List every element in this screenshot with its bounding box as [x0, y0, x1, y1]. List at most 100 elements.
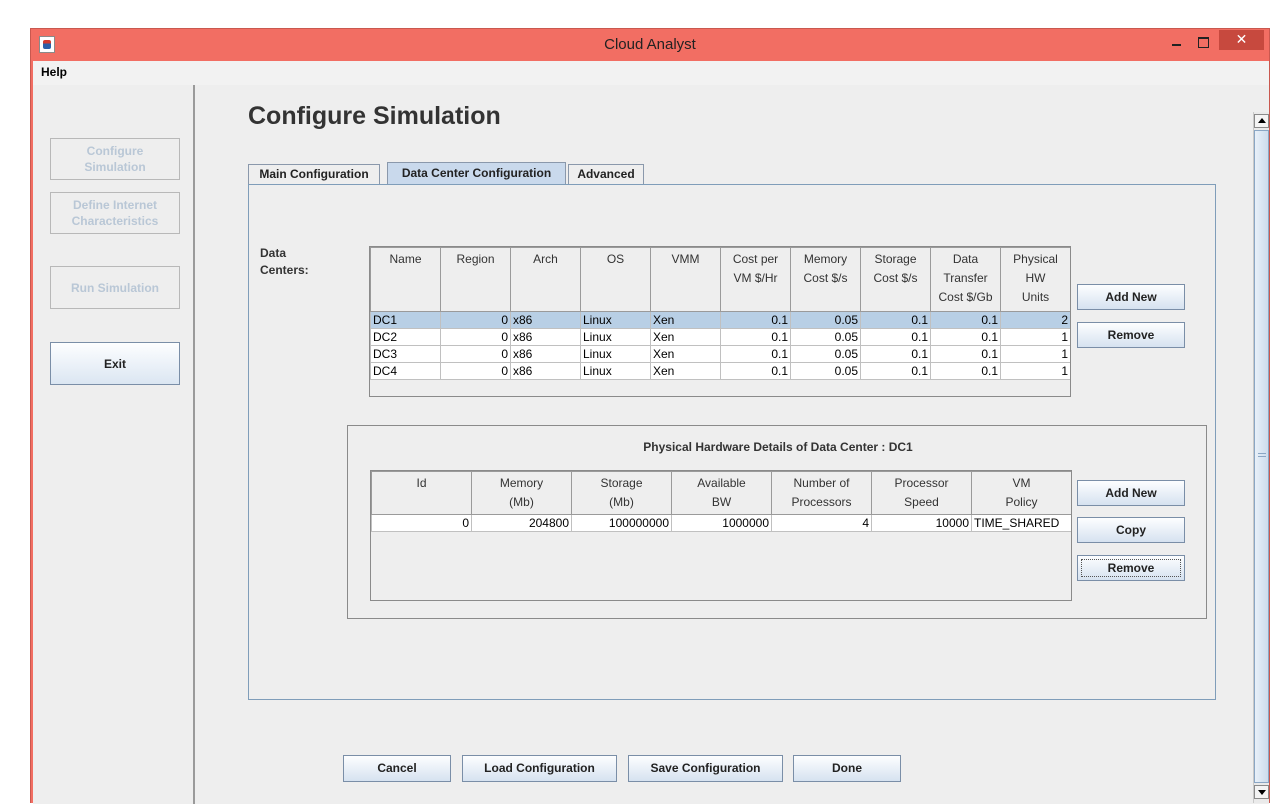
hw-header-text: Policy: [1005, 495, 1038, 509]
load-configuration-button[interactable]: Load Configuration: [462, 755, 617, 782]
hardware-table[interactable]: Id Memory (Mb) Storage (Mb) Available BW Number…: [370, 470, 1072, 601]
table-cell[interactable]: Linux: [580, 345, 651, 363]
table-cell[interactable]: 0.1: [930, 328, 1001, 346]
data-centers-table[interactable]: Name Region Arch OS VMM Cost per VM $/Hr Memory…: [369, 246, 1071, 397]
table-cell[interactable]: 0: [371, 514, 472, 532]
table-cell[interactable]: 0.1: [720, 311, 791, 329]
table-cell[interactable]: Linux: [580, 328, 651, 346]
hw-header-text: Speed: [904, 495, 939, 509]
table-row[interactable]: 0 204800 100000000 1000000 4 10000 TIME_SHARED: [371, 514, 1071, 532]
table-cell[interactable]: DC1: [370, 311, 441, 329]
table-cell[interactable]: Xen: [650, 328, 721, 346]
table-row[interactable]: DC4 0 x86 Linux Xen 0.1 0.05 0.1 0.1 1: [370, 362, 1070, 380]
dc-header-cell[interactable]: Physical HW Units: [1000, 247, 1070, 312]
maximize-icon[interactable]: [1191, 32, 1215, 52]
table-cell[interactable]: 1000000: [671, 514, 772, 532]
hw-header-cell[interactable]: Number of Processors: [771, 471, 872, 515]
table-cell[interactable]: Xen: [650, 345, 721, 363]
table-cell[interactable]: TIME_SHARED: [971, 514, 1071, 532]
table-cell[interactable]: Xen: [650, 311, 721, 329]
table-cell[interactable]: 0: [440, 345, 511, 363]
table-cell[interactable]: 0: [440, 328, 511, 346]
table-cell[interactable]: 0.1: [860, 362, 931, 380]
table-cell[interactable]: Linux: [580, 311, 651, 329]
table-cell[interactable]: 0.05: [790, 311, 861, 329]
table-cell[interactable]: 0.1: [860, 311, 931, 329]
table-cell[interactable]: 4: [771, 514, 872, 532]
dc-header-cell[interactable]: Name: [370, 247, 441, 312]
table-cell[interactable]: DC3: [370, 345, 441, 363]
hw-header-cell[interactable]: Processor Speed: [871, 471, 972, 515]
close-icon[interactable]: ✕: [1219, 30, 1264, 50]
table-cell[interactable]: 0: [440, 362, 511, 380]
exit-button[interactable]: Exit: [50, 342, 180, 385]
table-cell[interactable]: 1: [1000, 362, 1070, 380]
dc-header-cell[interactable]: Memory Cost $/s: [790, 247, 861, 312]
hw-header-cell[interactable]: Memory (Mb): [471, 471, 572, 515]
table-cell[interactable]: 0.1: [720, 328, 791, 346]
hw-header-cell[interactable]: Available BW: [671, 471, 772, 515]
scroll-up-icon[interactable]: [1254, 114, 1269, 128]
dc-header-cell[interactable]: OS: [580, 247, 651, 312]
dc-header-text: Transfer: [943, 271, 988, 285]
table-cell[interactable]: 0.1: [720, 345, 791, 363]
done-button[interactable]: Done: [793, 755, 901, 782]
table-cell[interactable]: 0.05: [790, 328, 861, 346]
table-cell[interactable]: 0: [440, 311, 511, 329]
table-cell[interactable]: 0.1: [720, 362, 791, 380]
hw-remove-button[interactable]: Remove: [1077, 555, 1185, 581]
run-simulation-button[interactable]: Run Simulation: [50, 266, 180, 309]
table-cell[interactable]: 0.1: [930, 345, 1001, 363]
minimize-icon[interactable]: [1164, 32, 1188, 52]
table-cell[interactable]: Xen: [650, 362, 721, 380]
scroll-down-icon[interactable]: [1254, 785, 1269, 799]
vertical-scrollbar[interactable]: [1253, 112, 1269, 803]
cancel-button[interactable]: Cancel: [343, 755, 451, 782]
table-cell[interactable]: 0.1: [930, 311, 1001, 329]
table-cell[interactable]: x86: [510, 362, 581, 380]
table-cell[interactable]: 1: [1000, 345, 1070, 363]
table-cell[interactable]: 0.1: [860, 328, 931, 346]
hw-header-cell[interactable]: Storage (Mb): [571, 471, 672, 515]
table-cell[interactable]: 1: [1000, 328, 1070, 346]
define-internet-characteristics-button[interactable]: Define Internet Characteristics: [50, 192, 180, 234]
save-configuration-button[interactable]: Save Configuration: [628, 755, 783, 782]
table-cell[interactable]: 2: [1000, 311, 1070, 329]
table-cell[interactable]: DC4: [370, 362, 441, 380]
hw-add-new-button[interactable]: Add New: [1077, 480, 1185, 506]
tab-data-center-configuration[interactable]: Data Center Configuration: [387, 162, 566, 184]
table-cell[interactable]: x86: [510, 345, 581, 363]
table-row[interactable]: DC3 0 x86 Linux Xen 0.1 0.05 0.1 0.1 1: [370, 345, 1070, 363]
table-cell[interactable]: 204800: [471, 514, 572, 532]
hw-copy-button[interactable]: Copy: [1077, 517, 1185, 543]
dc-header-cell[interactable]: Cost per VM $/Hr: [720, 247, 791, 312]
table-cell[interactable]: DC2: [370, 328, 441, 346]
tab-panel-data-center: Data Centers: Name Region Arch OS VMM Cost pe…: [248, 184, 1216, 700]
hw-header-cell[interactable]: VM Policy: [971, 471, 1071, 515]
menu-help[interactable]: Help: [41, 65, 67, 79]
dc-remove-button[interactable]: Remove: [1077, 322, 1185, 348]
table-cell[interactable]: x86: [510, 328, 581, 346]
tab-main-configuration[interactable]: Main Configuration: [248, 164, 380, 184]
dc-header-cell[interactable]: Data Transfer Cost $/Gb: [930, 247, 1001, 312]
dc-header-cell[interactable]: Storage Cost $/s: [860, 247, 931, 312]
dc-header-cell[interactable]: VMM: [650, 247, 721, 312]
dc-header-cell[interactable]: Arch: [510, 247, 581, 312]
dc-add-new-button[interactable]: Add New: [1077, 284, 1185, 310]
hw-header-cell[interactable]: Id: [371, 471, 472, 515]
table-cell[interactable]: x86: [510, 311, 581, 329]
table-row[interactable]: DC2 0 x86 Linux Xen 0.1 0.05 0.1 0.1 1: [370, 328, 1070, 346]
table-cell[interactable]: 100000000: [571, 514, 672, 532]
configure-simulation-button[interactable]: Configure Simulation: [50, 138, 180, 180]
table-row[interactable]: DC1 0 x86 Linux Xen 0.1 0.05 0.1 0.1 2: [370, 311, 1070, 329]
table-cell[interactable]: 0.05: [790, 345, 861, 363]
dc-header-text: Physical: [1013, 252, 1058, 266]
tab-advanced[interactable]: Advanced: [568, 164, 644, 184]
table-cell[interactable]: 0.1: [860, 345, 931, 363]
table-cell[interactable]: 10000: [871, 514, 972, 532]
scroll-thumb[interactable]: [1254, 130, 1269, 783]
table-cell[interactable]: Linux: [580, 362, 651, 380]
table-cell[interactable]: 0.05: [790, 362, 861, 380]
table-cell[interactable]: 0.1: [930, 362, 1001, 380]
dc-header-cell[interactable]: Region: [440, 247, 511, 312]
